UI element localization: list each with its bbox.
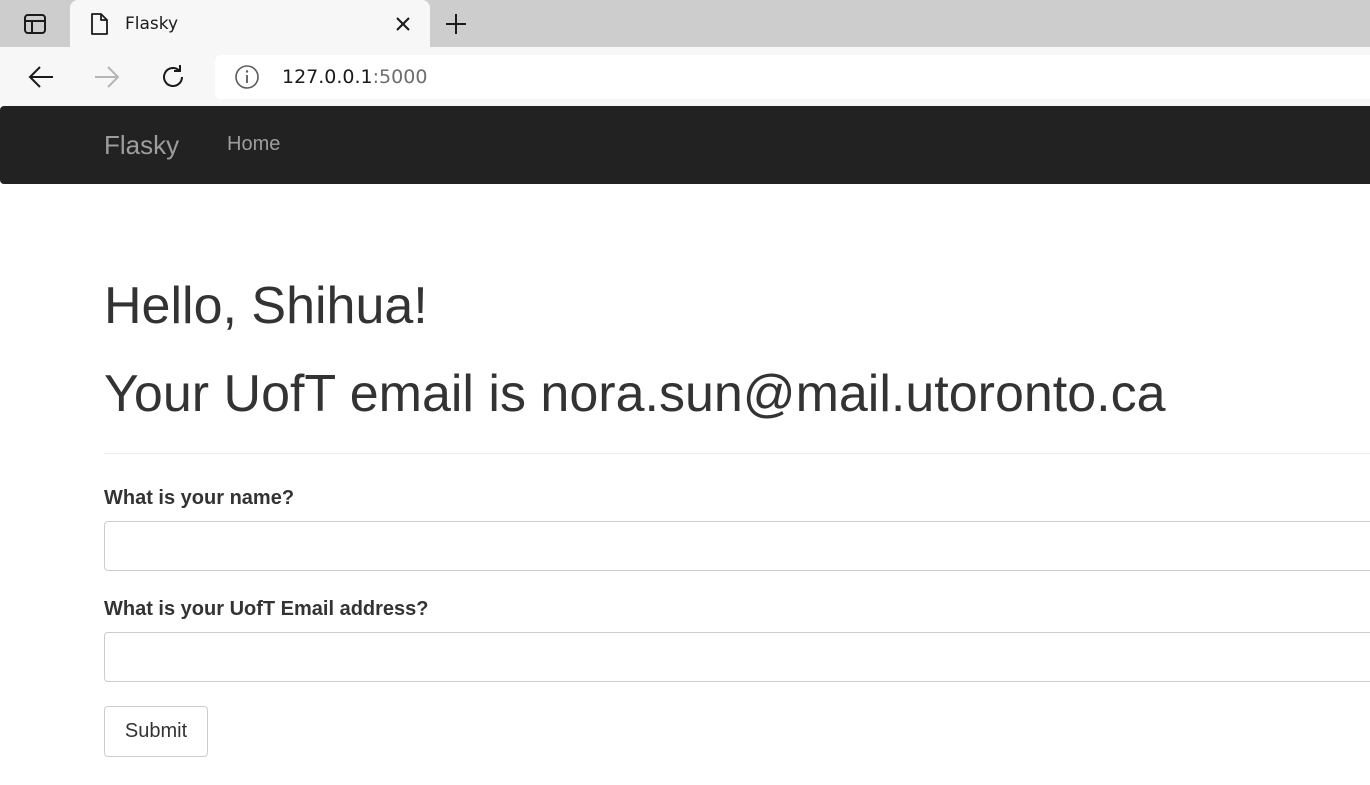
divider	[104, 453, 1370, 454]
navbar-brand[interactable]: Flasky	[104, 130, 179, 161]
browser-chrome: Flasky 127.0.0.1:5000	[0, 0, 1370, 106]
address-bar[interactable]: 127.0.0.1:5000	[215, 55, 1370, 99]
greeting-heading: Hello, Shihua!	[104, 277, 428, 335]
navbar: Flasky Home	[0, 106, 1370, 184]
name-input[interactable]	[104, 521, 1370, 571]
email-heading: Your UofT email is nora.sun@mail.utoront…	[104, 365, 1166, 423]
submit-button[interactable]: Submit	[104, 706, 208, 757]
browser-tab[interactable]: Flasky	[70, 0, 430, 47]
email-input[interactable]	[104, 632, 1370, 682]
close-icon[interactable]	[392, 13, 414, 35]
info-icon[interactable]	[234, 64, 260, 90]
url-host: 127.0.0.1	[282, 66, 373, 88]
email-label: What is your UofT Email address?	[104, 598, 429, 620]
arrow-left-icon[interactable]	[24, 60, 58, 94]
name-label: What is your name?	[104, 487, 295, 509]
plus-icon[interactable]	[440, 8, 472, 40]
reload-icon[interactable]	[156, 60, 190, 94]
page-icon	[88, 12, 110, 36]
arrow-right-icon[interactable]	[90, 60, 124, 94]
tab-actions-icon[interactable]	[14, 10, 56, 38]
tab-strip: Flasky	[0, 0, 1370, 47]
tab-title: Flasky	[125, 14, 179, 34]
url-port: :5000	[372, 66, 428, 88]
nav-link-home[interactable]: Home	[227, 133, 280, 156]
url-text: 127.0.0.1:5000	[282, 66, 427, 88]
